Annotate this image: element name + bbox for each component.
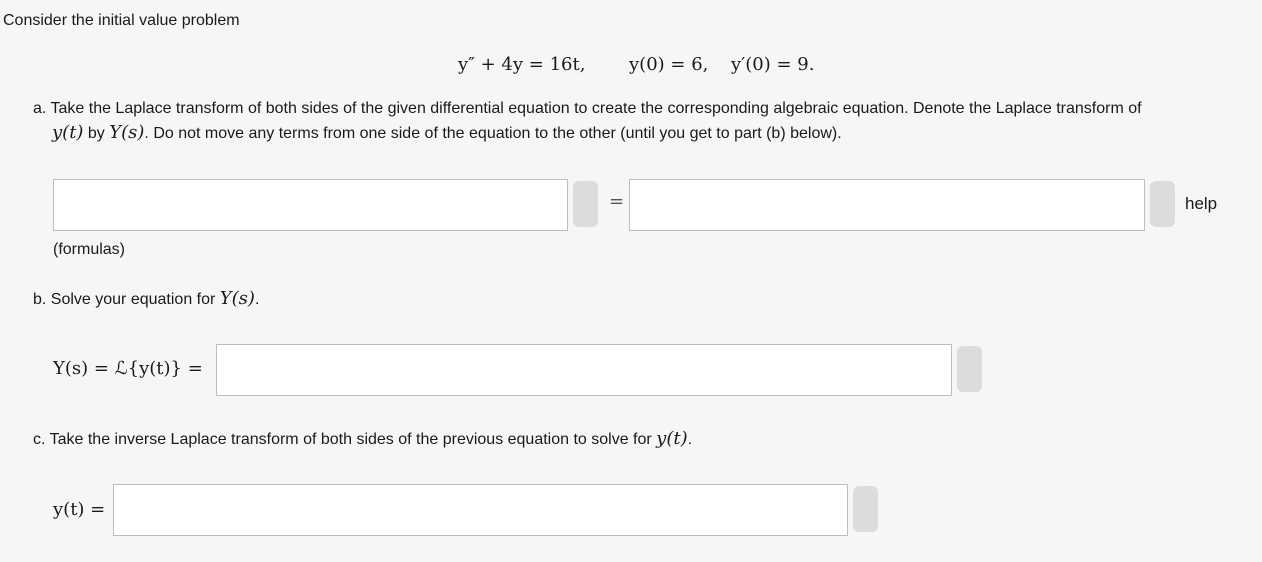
ode-equation: y″ + 4y = 16t,: [458, 54, 586, 75]
equals-sign: =: [609, 191, 625, 212]
part-b-instructions: b. Solve your equation for Y(s).: [33, 288, 259, 310]
part-b-text: b. Solve your equation for: [33, 291, 220, 308]
part-c-lhs-expression: y(t) =: [53, 499, 106, 520]
part-c-status-indicator: [853, 486, 878, 532]
part-b-status-indicator: [957, 346, 982, 392]
yt-math: y(t): [52, 122, 84, 143]
part-c-yt-math: y(t): [656, 428, 688, 449]
part-a-right-status-indicator: [1150, 181, 1175, 227]
part-a-left-answer-field[interactable]: [53, 179, 568, 231]
initial-condition-yprime0: y′(0) = 9.: [731, 54, 815, 75]
part-c-instructions: c. Take the inverse Laplace transform of…: [33, 428, 692, 450]
part-a-instructions-line2: y(t) by Y(s). Do not move any terms from…: [52, 122, 842, 144]
by-text: by: [83, 125, 110, 142]
part-a-right-answer-field[interactable]: [629, 179, 1145, 231]
part-c-period: .: [687, 431, 693, 448]
part-a-left-status-indicator: [573, 181, 598, 227]
intro-text: Consider the initial value problem: [3, 12, 240, 29]
part-c-answer-field[interactable]: [113, 484, 848, 536]
part-b-period: .: [254, 291, 260, 308]
part-b-lhs-expression: Y(s) = ℒ{y(t)} =: [53, 358, 203, 379]
part-b-Ys-math: Y(s): [219, 288, 255, 309]
Ys-math: Y(s): [109, 122, 145, 143]
help-link[interactable]: help: [1185, 194, 1217, 214]
part-b-answer-field[interactable]: [216, 344, 952, 396]
part-a-instructions-rest: . Do not move any terms from one side of…: [144, 125, 842, 142]
part-a-instructions-line1: a. Take the Laplace transform of both si…: [33, 100, 1142, 117]
part-c-text: c. Take the inverse Laplace transform of…: [33, 431, 657, 448]
initial-condition-y0: y(0) = 6,: [629, 54, 709, 75]
formulas-link[interactable]: (formulas): [53, 240, 125, 260]
